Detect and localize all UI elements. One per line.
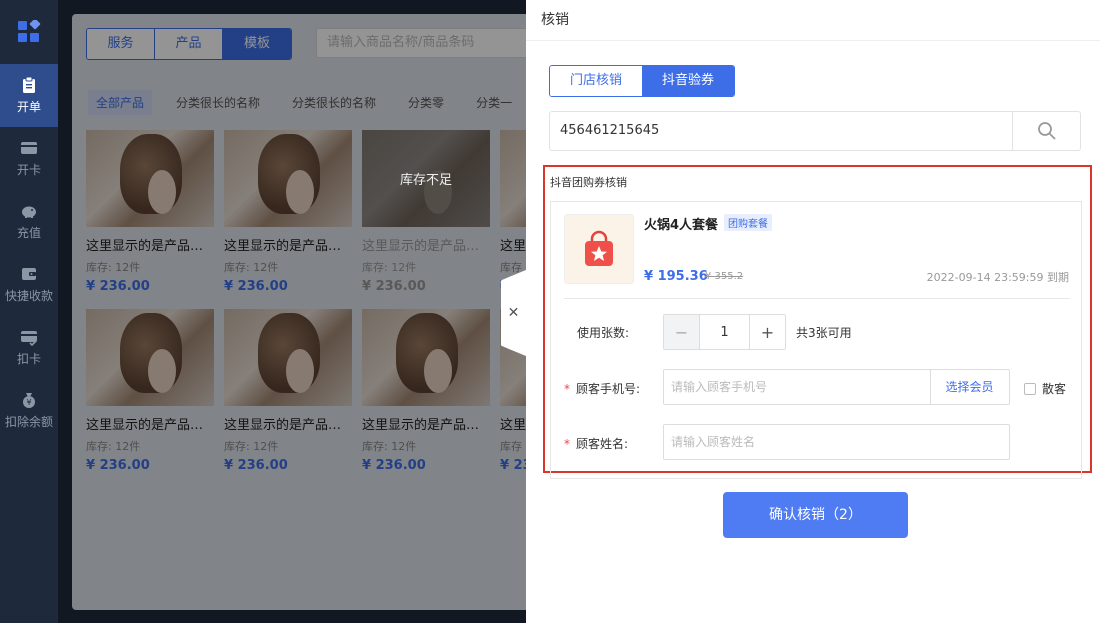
walk-in-checkbox[interactable]: 散客	[1024, 380, 1066, 397]
quantity-stepper: − 1 +	[663, 314, 786, 350]
nav-item-order[interactable]: 开单	[0, 64, 58, 127]
voucher-price: ¥ 195.36	[644, 269, 708, 284]
required-mark: *	[564, 382, 570, 396]
piggy-icon	[22, 206, 36, 218]
divider	[564, 298, 1070, 299]
close-icon: ✕	[507, 305, 520, 321]
voucher-card: 火锅4人套餐 团购套餐 ¥ 195.36 ¥ 355.2 2022-09-14 …	[550, 201, 1082, 479]
voucher-type-badge: 团购套餐	[724, 214, 772, 231]
wallet-icon	[22, 268, 36, 280]
svg-text:¥: ¥	[26, 398, 31, 407]
section-label: 抖音团购券核销	[550, 176, 627, 189]
available-count: 共3张可用	[796, 326, 852, 340]
left-nav: 开单 开卡 充值 快捷收款 扣卡 ¥ 扣除余额	[0, 0, 58, 623]
money-bag-icon: ¥	[23, 393, 35, 408]
voucher-expiry: 2022-09-14 23:59:59 到期	[926, 271, 1069, 284]
tab-store-verify[interactable]: 门店核销	[550, 66, 642, 96]
quantity-value[interactable]: 1	[700, 315, 749, 349]
app-logo-icon[interactable]	[0, 0, 58, 64]
voucher-product-name: 火锅4人套餐	[644, 218, 719, 233]
card-check-icon	[21, 331, 37, 346]
douyin-voucher-section: 抖音团购券核销 火锅4人套餐 团购套餐 ¥ 195.36 ¥ 355.2 202…	[543, 165, 1092, 479]
search-icon	[1037, 122, 1056, 140]
decrement-button[interactable]: −	[664, 315, 700, 349]
name-label: * 顾客姓名:	[564, 437, 629, 451]
close-drawer-button[interactable]: ✕	[501, 270, 526, 356]
required-mark: *	[564, 437, 570, 451]
nav-item-quick-pay[interactable]: 快捷收款	[0, 253, 58, 316]
tab-douyin-voucher[interactable]: 抖音验券	[642, 66, 734, 96]
clipboard-icon	[23, 76, 35, 93]
shopping-bag-icon	[585, 230, 613, 266]
confirm-verify-button[interactable]: 确认核销（2）	[723, 492, 908, 538]
phone-label: * 顾客手机号:	[564, 382, 641, 396]
customer-name-input[interactable]: 请输入顾客姓名	[663, 424, 1010, 460]
product-thumbnail	[564, 214, 634, 284]
checkbox-box[interactable]	[1024, 382, 1036, 395]
verify-drawer: 核销 门店核销 抖音验券 456461215645 抖音团购券核销 火锅4人套餐…	[526, 0, 1100, 623]
nav-item-recharge[interactable]: 充值	[0, 190, 58, 253]
drawer-title: 核销	[526, 0, 1100, 41]
search-button[interactable]	[1012, 112, 1080, 150]
phone-input[interactable]: 请输入顾客手机号	[663, 369, 931, 405]
verify-tabs: 门店核销 抖音验券	[549, 65, 735, 97]
out-of-stock-label: 库存不足	[362, 130, 490, 227]
card-icon	[21, 142, 37, 154]
product-image: 库存不足	[362, 130, 490, 227]
nav-item-open-card[interactable]: 开卡	[0, 127, 58, 190]
voucher-code-value[interactable]: 456461215645	[550, 112, 1012, 150]
nav-item-deduct-card[interactable]: 扣卡	[0, 316, 58, 379]
voucher-code-input[interactable]: 456461215645	[549, 111, 1081, 151]
increment-button[interactable]: +	[749, 315, 785, 349]
modal-overlay[interactable]	[58, 0, 526, 623]
select-member-button[interactable]: 选择会员	[930, 369, 1010, 405]
quantity-label: 使用张数:	[577, 326, 630, 340]
voucher-original-price: ¥ 355.2	[705, 271, 744, 282]
nav-item-deduct-balance[interactable]: ¥ 扣除余额	[0, 379, 58, 442]
